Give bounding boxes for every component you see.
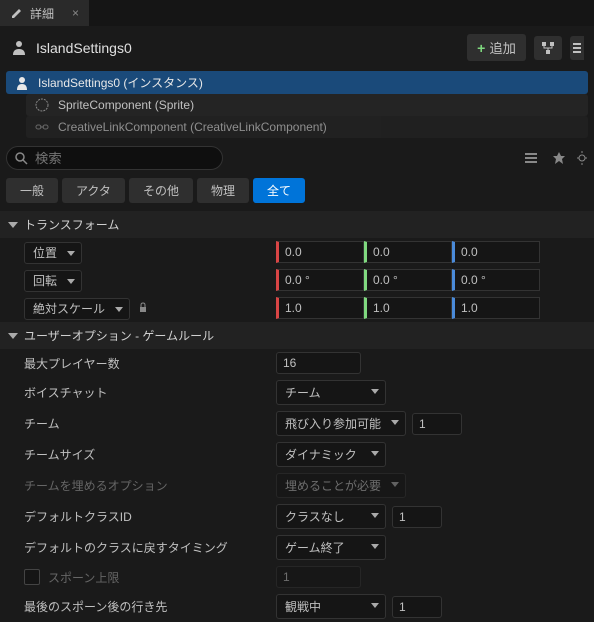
- default-class-row: デフォルトクラスID クラスなし: [0, 501, 594, 532]
- fill-team-row: チームを埋めるオプション 埋めることが必要: [0, 470, 594, 501]
- voice-chat-label: ボイスチャット: [6, 384, 276, 401]
- chevron-down-icon: [8, 222, 18, 228]
- tree-item-label: IslandSettings0 (インスタンス): [38, 74, 203, 91]
- team-row: チーム 飛び入り参加可能: [0, 408, 594, 439]
- spawn-cap-checkbox[interactable]: [24, 569, 40, 585]
- max-players-row: 最大プレイヤー数: [0, 349, 594, 377]
- actor-icon: [14, 75, 30, 91]
- default-class-number-input[interactable]: [392, 506, 442, 528]
- revert-class-dropdown[interactable]: ゲーム終了: [276, 535, 386, 560]
- filter-general[interactable]: 一般: [6, 178, 58, 203]
- tree-root-item[interactable]: IslandSettings0 (インスタンス): [6, 71, 588, 94]
- component-tree: IslandSettings0 (インスタンス) SpriteComponent…: [0, 69, 594, 146]
- tree-child-item[interactable]: SpriteComponent (Sprite): [26, 94, 588, 116]
- add-button-label: 追加: [489, 38, 516, 57]
- section-transform[interactable]: トランスフォーム: [0, 211, 594, 238]
- chevron-down-icon: [8, 333, 18, 339]
- pencil-icon: [10, 6, 24, 20]
- filter-actor[interactable]: アクタ: [62, 178, 125, 203]
- revert-class-label: デフォルトのクラスに戻すタイミング: [6, 539, 276, 556]
- team-size-label: チームサイズ: [6, 446, 276, 463]
- location-row: 位置 0.0 0.0 0.0: [0, 238, 594, 266]
- list-view-button[interactable]: [520, 147, 542, 169]
- sprite-icon: [34, 97, 50, 113]
- spawn-cap-input: [276, 566, 361, 588]
- voice-chat-row: ボイスチャット チーム: [0, 377, 594, 408]
- after-last-spawn-row: 最後のスポーン後の行き先 観戦中: [0, 591, 594, 622]
- default-class-label: デフォルトクラスID: [6, 508, 276, 525]
- section-gamerules[interactable]: ユーザーオプション - ゲームルール: [0, 322, 594, 349]
- scale-z[interactable]: 1.0: [452, 297, 540, 319]
- revert-class-row: デフォルトのクラスに戻すタイミング ゲーム終了: [0, 532, 594, 563]
- team-number-input[interactable]: [412, 413, 462, 435]
- settings-button[interactable]: [576, 147, 588, 169]
- scale-row: 絶対スケール 1.0 1.0 1.0: [0, 294, 594, 322]
- rotation-dropdown[interactable]: 回転: [24, 270, 82, 292]
- scale-y[interactable]: 1.0: [364, 297, 452, 319]
- scale-x[interactable]: 1.0: [276, 297, 364, 319]
- lock-icon[interactable]: [137, 302, 149, 316]
- section-label: トランスフォーム: [24, 216, 119, 233]
- max-players-label: 最大プレイヤー数: [6, 355, 276, 372]
- default-class-dropdown[interactable]: クラスなし: [276, 504, 386, 529]
- details-tab[interactable]: 詳細 ×: [0, 0, 89, 26]
- rotation-x[interactable]: 0.0 °: [276, 269, 364, 291]
- spawn-cap-row: スポーン上限: [0, 563, 594, 591]
- rotation-row: 回転 0.0 ° 0.0 ° 0.0 °: [0, 266, 594, 294]
- favorite-button[interactable]: [548, 147, 570, 169]
- after-last-spawn-dropdown[interactable]: 観戦中: [276, 594, 386, 619]
- link-icon: [34, 119, 50, 135]
- filter-other[interactable]: その他: [129, 178, 193, 203]
- filter-physics[interactable]: 物理: [197, 178, 249, 203]
- title-row: IslandSettings0 + 追加: [0, 26, 594, 69]
- team-size-row: チームサイズ ダイナミック: [0, 439, 594, 470]
- add-button[interactable]: + 追加: [467, 34, 526, 61]
- settings-partial-button[interactable]: [570, 36, 584, 60]
- plus-icon: +: [477, 40, 485, 56]
- location-y[interactable]: 0.0: [364, 241, 452, 263]
- location-z[interactable]: 0.0: [452, 241, 540, 263]
- tree-item-label: SpriteComponent (Sprite): [58, 98, 194, 112]
- max-players-input[interactable]: [276, 352, 361, 374]
- team-dropdown[interactable]: 飛び入り参加可能: [276, 411, 406, 436]
- filter-tabs: 一般 アクタ その他 物理 全て: [0, 178, 594, 211]
- search-input[interactable]: [6, 146, 223, 170]
- search-icon: [14, 151, 28, 165]
- hierarchy-button[interactable]: [534, 36, 562, 60]
- after-last-spawn-label: 最後のスポーン後の行き先: [6, 598, 276, 615]
- spawn-cap-label: スポーン上限: [48, 569, 119, 586]
- tree-item-label: CreativeLinkComponent (CreativeLinkCompo…: [58, 120, 327, 134]
- team-label: チーム: [6, 415, 276, 432]
- tab-title: 詳細: [30, 5, 54, 22]
- tree-child-item[interactable]: CreativeLinkComponent (CreativeLinkCompo…: [26, 116, 588, 138]
- voice-chat-dropdown[interactable]: チーム: [276, 380, 386, 405]
- after-last-spawn-number-input[interactable]: [392, 596, 442, 618]
- fill-team-label: チームを埋めるオプション: [6, 477, 276, 494]
- location-x[interactable]: 0.0: [276, 241, 364, 263]
- fill-team-dropdown: 埋めることが必要: [276, 473, 406, 498]
- close-icon[interactable]: ×: [72, 6, 79, 20]
- rotation-z[interactable]: 0.0 °: [452, 269, 540, 291]
- tab-bar: 詳細 ×: [0, 0, 594, 26]
- team-size-dropdown[interactable]: ダイナミック: [276, 442, 386, 467]
- scale-dropdown[interactable]: 絶対スケール: [24, 298, 130, 320]
- actor-icon: [10, 39, 28, 57]
- location-dropdown[interactable]: 位置: [24, 242, 82, 264]
- filter-all[interactable]: 全て: [253, 178, 305, 203]
- section-label: ユーザーオプション - ゲームルール: [24, 327, 214, 344]
- actor-title: IslandSettings0: [36, 40, 459, 56]
- search-bar: [0, 146, 594, 178]
- rotation-y[interactable]: 0.0 °: [364, 269, 452, 291]
